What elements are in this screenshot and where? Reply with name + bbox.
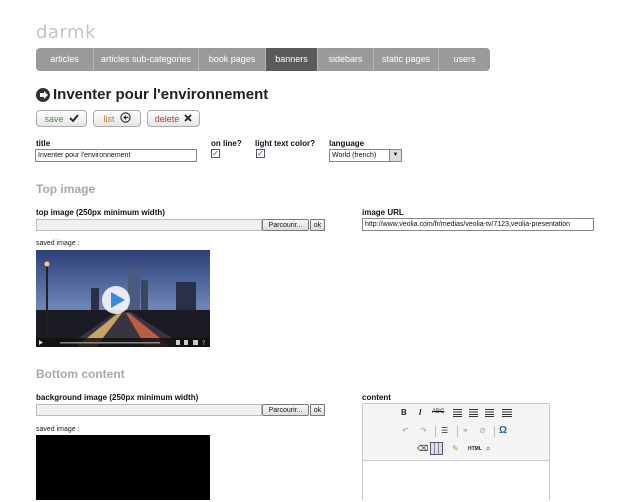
link-icon[interactable]: ⚭: [462, 426, 469, 435]
image-url-field[interactable]: http://www.veolia.com/fr/medias/veolia-t…: [362, 218, 594, 231]
tab-articles[interactable]: articles: [36, 48, 94, 71]
light-text-label: light text color?: [255, 139, 315, 148]
separator: [435, 426, 436, 437]
background-image-browse-button[interactable]: Parcourir...: [262, 404, 309, 416]
save-label: save: [44, 113, 64, 124]
arrow-circle-icon: [36, 87, 50, 102]
language-value: World (french): [332, 152, 377, 159]
tab-articles-sub-categories[interactable]: articles sub-categories: [94, 48, 199, 71]
tab-banners[interactable]: banners: [266, 48, 318, 71]
clean-format-icon[interactable]: ✎: [452, 444, 459, 453]
unlink-icon[interactable]: ⊘: [479, 426, 486, 435]
delete-button[interactable]: delete: [147, 110, 200, 127]
editor-toolbar: B I ABC ↶ ↷ ☰ ⚭ ⊘ Ω ⌫ ✎ HTML ⌕: [363, 404, 549, 460]
top-image-upload-label: top image (250px minimum width): [36, 208, 165, 217]
chevron-down-icon: ▼: [389, 150, 401, 161]
italic-icon[interactable]: I: [419, 408, 421, 417]
online-checkbox[interactable]: ✓: [211, 149, 220, 158]
background-image-upload-label: background image (250px minimum width): [36, 393, 199, 402]
save-button[interactable]: save: [36, 110, 87, 127]
language-select[interactable]: World (french) ▼: [329, 149, 402, 162]
align-left-icon[interactable]: [453, 409, 462, 417]
justify-icon[interactable]: [502, 409, 512, 417]
html-source-icon[interactable]: HTML: [468, 446, 482, 452]
title-label: title: [36, 139, 51, 148]
background-image-ok-button[interactable]: ok: [310, 404, 325, 416]
strikethrough-icon[interactable]: ABC: [432, 409, 444, 415]
tab-book-pages[interactable]: book pages: [199, 48, 266, 71]
background-image-file-input[interactable]: [36, 404, 262, 416]
checkmark-icon: [68, 113, 79, 124]
main-nav: articles articles sub-categories book pa…: [36, 48, 490, 71]
image-url-label: image URL: [362, 208, 404, 217]
tab-users[interactable]: users: [439, 48, 490, 71]
find-replace-icon[interactable]: ⌕: [486, 444, 490, 454]
rich-text-editor: B I ABC ↶ ↷ ☰ ⚭ ⊘ Ω ⌫ ✎ HTML ⌕: [362, 403, 550, 502]
top-image-file-input[interactable]: [36, 219, 262, 231]
bullet-list-icon[interactable]: ☰: [441, 426, 448, 435]
undo-icon[interactable]: ↶: [402, 426, 409, 435]
bottom-saved-image: [36, 435, 210, 500]
align-center-icon[interactable]: [469, 409, 478, 417]
tab-sidebars[interactable]: sidebars: [318, 48, 374, 71]
bottom-saved-image-label: saved image :: [36, 426, 80, 433]
separator: [457, 426, 458, 437]
online-label: on line?: [211, 139, 242, 148]
separator: [494, 426, 495, 437]
content-label: content: [362, 393, 391, 402]
table-icon[interactable]: [430, 442, 443, 455]
top-image-browse-button[interactable]: Parcourir...: [262, 219, 309, 231]
list-button[interactable]: list: [93, 110, 141, 127]
redo-icon[interactable]: ↷: [420, 426, 427, 435]
special-character-icon[interactable]: Ω: [499, 425, 507, 436]
top-image-heading: Top image: [36, 182, 96, 196]
eraser-icon[interactable]: ⌫: [417, 444, 428, 453]
page-heading: Inventer pour l'environnement: [36, 86, 268, 103]
light-text-checkbox[interactable]: ✓: [256, 149, 265, 158]
svg-text:?: ?: [202, 340, 205, 347]
delete-label: delete: [154, 113, 180, 124]
tab-static-pages[interactable]: static pages: [374, 48, 439, 71]
top-image-ok-button[interactable]: ok: [310, 219, 325, 231]
title-field[interactable]: Inventer pour l'environnement: [35, 149, 197, 162]
page-title: Inventer pour l'environnement: [53, 86, 269, 103]
video-thumbnail[interactable]: ?: [36, 250, 210, 347]
editor-content-area[interactable]: [363, 460, 549, 502]
close-icon: [184, 113, 192, 124]
bold-icon[interactable]: B: [401, 408, 407, 417]
top-saved-image-label: saved image :: [36, 240, 80, 247]
bottom-content-heading: Bottom content: [36, 367, 125, 381]
app-logo: darmk: [36, 22, 96, 43]
list-label: list: [103, 113, 115, 124]
align-right-icon[interactable]: [485, 409, 494, 417]
back-arrow-icon: [119, 112, 131, 125]
language-label: language: [329, 139, 365, 148]
